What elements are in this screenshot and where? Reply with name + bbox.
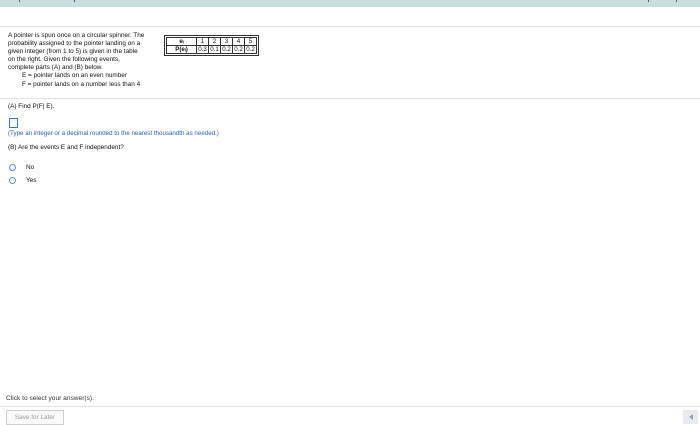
problem-line: complete parts (A) and (B) below. <box>8 64 103 72</box>
radio-button[interactable] <box>9 177 16 184</box>
table-cell: 4 <box>232 37 245 46</box>
problem-line: given integer (from 1 to 5) is given in … <box>8 48 138 56</box>
table-header-cell: P(eᵢ) <box>166 45 197 54</box>
top-bar-tick <box>676 0 677 2</box>
part-b-question: (B) Are the events E and F independent? <box>8 144 124 151</box>
radio-button[interactable] <box>9 164 16 171</box>
top-bar <box>0 0 700 7</box>
top-bar-tick <box>19 0 20 2</box>
part-a-question: (A) Find P(F| E). <box>8 103 55 110</box>
divider <box>0 406 700 407</box>
table-header-cell: eᵢ <box>166 37 197 46</box>
problem-line: A pointer is spun once on a circular spi… <box>8 32 145 39</box>
top-bar-tick <box>74 0 75 2</box>
back-button[interactable] <box>683 410 698 424</box>
event-e: E = pointer lands on an even number <box>22 72 127 80</box>
option-label: No <box>26 164 35 171</box>
divider <box>0 26 700 27</box>
event-f: F = pointer lands on a number less than … <box>22 80 141 88</box>
table-cell: 0.3 <box>196 45 209 54</box>
save-for-later-button[interactable]: Save for Later <box>6 410 64 425</box>
table-cell: 0.1 <box>208 45 221 54</box>
table-row: eᵢ 1 2 3 4 5 <box>166 37 257 46</box>
table-cell: 3 <box>220 37 233 46</box>
table-cell: 0.2 <box>220 45 233 54</box>
click-instruction: Click to select your answer(s). <box>6 395 94 402</box>
table-cell: 1 <box>196 37 209 46</box>
option-label: Yes <box>26 177 37 184</box>
probability-table: eᵢ 1 2 3 4 5 P(eᵢ) 0.3 0.1 0.2 0.2 0.2 <box>164 35 259 56</box>
option-yes[interactable]: Yes <box>9 177 36 184</box>
arrow-left-icon <box>688 414 693 420</box>
option-no[interactable]: No <box>9 164 34 171</box>
table-row: P(eᵢ) 0.3 0.1 0.2 0.2 0.2 <box>166 45 257 54</box>
divider <box>0 98 700 99</box>
answer-hint: (Type an integer or a decimal rounded to… <box>8 130 219 137</box>
problem-line: probability assigned to the pointer land… <box>8 40 141 48</box>
table-cell: 2 <box>208 37 221 46</box>
table-cell: 5 <box>244 37 257 46</box>
problem-statement: A pointer is spun once on a circular spi… <box>8 32 158 89</box>
top-bar-tick <box>648 0 649 2</box>
answer-input[interactable] <box>9 118 18 128</box>
table-cell: 0.2 <box>244 45 257 54</box>
table-cell: 0.2 <box>232 45 245 54</box>
problem-line: on the right. Given the following events… <box>8 56 120 64</box>
